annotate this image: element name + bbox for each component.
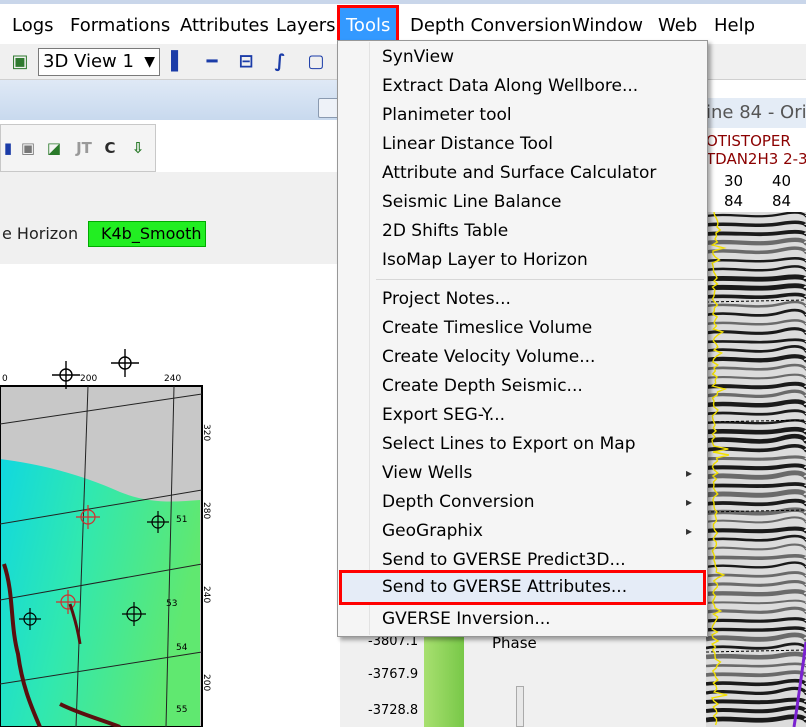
- menu-window[interactable]: Window: [568, 11, 647, 41]
- menu-item-planimeter[interactable]: Planimeter tool: [339, 101, 706, 130]
- menu-attributes[interactable]: Attributes: [176, 11, 273, 41]
- view-selector-value: 3D View 1: [43, 51, 134, 72]
- map-well-label: 54: [176, 643, 188, 653]
- c-button[interactable]: C: [101, 139, 119, 157]
- download-icon[interactable]: ⇩: [129, 139, 147, 157]
- horizontal-line-icon[interactable]: ━: [202, 52, 222, 72]
- map-top-tick: 200: [80, 374, 97, 384]
- menu-bar: Logs Formations Attributes Layers Tools …: [0, 0, 806, 49]
- map-top-tick: 0: [2, 374, 8, 384]
- well-symbol-icon[interactable]: [111, 349, 139, 377]
- menu-item-export-segy[interactable]: Export SEG-Y...: [339, 401, 706, 430]
- view-selector[interactable]: 3D View 1 ▼: [38, 48, 160, 76]
- seismic-tick-bottom: 84: [724, 192, 744, 210]
- map-right-tick: 240: [201, 586, 211, 603]
- menu-logs[interactable]: Logs: [8, 11, 58, 41]
- line-tool-icon[interactable]: ◪: [45, 139, 63, 157]
- layers-icon[interactable]: ▣: [10, 52, 30, 72]
- menu-item-label: Depth Conversion: [382, 492, 535, 512]
- menu-item-project-notes[interactable]: Project Notes...: [339, 285, 706, 314]
- map-well-label: 55: [176, 705, 187, 715]
- map-right-tick: 280: [201, 502, 211, 519]
- menu-depth-conversion[interactable]: Depth Conversion: [406, 11, 575, 41]
- tools-menu: SynView Extract Data Along Wellbore... P…: [337, 40, 708, 637]
- curve-icon[interactable]: ∫: [270, 52, 290, 72]
- seismic-tick-bottom: 84: [772, 192, 792, 210]
- menu-item-depth-seismic[interactable]: Create Depth Seismic...: [339, 372, 706, 401]
- menu-layers[interactable]: Layers: [272, 11, 340, 41]
- menu-item-depth-conversion[interactable]: Depth Conversion ▸: [339, 488, 706, 517]
- vertical-line-icon[interactable]: ▌: [168, 52, 188, 72]
- menu-item-2d-shifts[interactable]: 2D Shifts Table: [339, 217, 706, 246]
- seismic-tick-top: 30: [724, 172, 744, 190]
- menu-item-velocity[interactable]: Create Velocity Volume...: [339, 343, 706, 372]
- submenu-arrow-icon: ▸: [685, 524, 692, 538]
- menu-item-extract-data[interactable]: Extract Data Along Wellbore...: [339, 72, 706, 101]
- window-icon[interactable]: ▢: [306, 52, 326, 72]
- menu-item-gverse-attributes[interactable]: Send to GVERSE Attributes...: [339, 570, 706, 605]
- map-well-label: 51: [176, 515, 187, 525]
- well-symbol-icon[interactable]: [52, 361, 80, 389]
- seismic-reflector: [706, 283, 806, 291]
- split-icon[interactable]: ⊟: [236, 52, 256, 72]
- menu-help[interactable]: Help: [710, 11, 759, 41]
- depth-value: -3728.8: [368, 703, 419, 718]
- panel-header: [0, 80, 340, 120]
- seismic-section[interactable]: [706, 212, 806, 727]
- horizon-row: e Horizon K4b_Smooth: [0, 172, 340, 264]
- well-name-line-2: TDAN2H3 2-3: [706, 150, 806, 168]
- menu-item-linear-distance[interactable]: Linear Distance Tool: [339, 130, 706, 159]
- menu-item-calculator[interactable]: Attribute and Surface Calculator: [339, 159, 706, 188]
- menu-item-line-balance[interactable]: Seismic Line Balance: [339, 188, 706, 217]
- menu-item-timeslice[interactable]: Create Timeslice Volume: [339, 314, 706, 343]
- seismic-tick-top: 40: [772, 172, 792, 190]
- menu-item-synview[interactable]: SynView: [339, 43, 706, 72]
- menu-item-isomap[interactable]: IsoMap Layer to Horizon: [339, 246, 706, 275]
- horizon-label: e Horizon: [2, 224, 79, 243]
- seismic-reflector: [706, 274, 806, 282]
- menu-item-geographix[interactable]: GeoGraphix ▸: [339, 517, 706, 546]
- menu-item-select-lines[interactable]: Select Lines to Export on Map: [339, 430, 706, 459]
- menu-item-label: View Wells: [382, 463, 473, 483]
- map-view[interactable]: 0 200 240 320 280 240 200 51 53 54 55: [0, 264, 340, 727]
- box-icon[interactable]: ▮: [0, 139, 17, 157]
- menu-item-view-wells[interactable]: View Wells ▸: [339, 459, 706, 488]
- jt-button[interactable]: JT: [71, 139, 97, 157]
- menu-formations[interactable]: Formations: [66, 11, 174, 41]
- depth-value: -3767.9: [368, 667, 419, 682]
- chevron-down-icon: ▼: [144, 54, 155, 70]
- sub-toolbar: ▮ ▣ ◪ JT C ⇩: [0, 124, 156, 172]
- horizon-value[interactable]: K4b_Smooth: [88, 221, 206, 247]
- frame-icon[interactable]: ▣: [19, 139, 37, 157]
- submenu-arrow-icon: ▸: [685, 466, 692, 480]
- map-canvas: 0 200 240 320 280 240 200 51 53 54 55: [0, 349, 211, 727]
- menu-item-gverse-inversion[interactable]: GVERSE Inversion...: [339, 605, 706, 634]
- menu-web[interactable]: Web: [654, 11, 701, 41]
- phase-slider[interactable]: [516, 686, 524, 727]
- seismic-canvas: [706, 212, 806, 727]
- map-well-label: 53: [166, 599, 177, 609]
- seismic-reflector: [706, 482, 806, 489]
- seismic-wells: OTISTOPER TDAN2H3 2-3 30 40 84 84: [706, 128, 806, 212]
- seismic-title: ine 84 - Orig: [706, 102, 806, 123]
- menu-item-label: GeoGraphix: [382, 521, 483, 541]
- map-right-tick: 200: [201, 674, 211, 691]
- menu-separator: [376, 279, 704, 280]
- map-top-tick: 240: [164, 374, 181, 384]
- submenu-arrow-icon: ▸: [685, 495, 692, 509]
- well-name-line-1: OTISTOPER: [706, 132, 791, 150]
- map-right-tick: 320: [201, 424, 211, 441]
